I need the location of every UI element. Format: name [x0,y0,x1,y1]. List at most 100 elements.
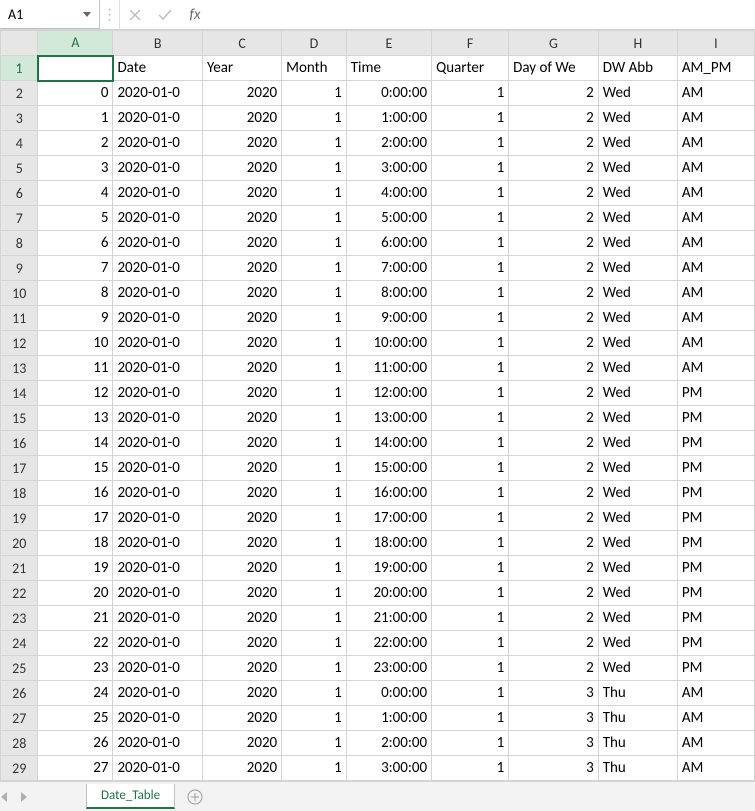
cell-H6[interactable]: Wed [598,181,677,206]
cell-G21[interactable]: 2 [509,556,599,581]
cell-G8[interactable]: 2 [509,231,599,256]
cell-C20[interactable]: 2020 [203,531,282,556]
cell-H16[interactable]: Wed [598,431,677,456]
cell-H29[interactable]: Thu [598,756,677,781]
cell-D25[interactable]: 1 [282,656,347,681]
cell-I10[interactable]: AM [677,281,754,306]
cell-H14[interactable]: Wed [598,381,677,406]
cell-E5[interactable]: 3:00:00 [346,156,431,181]
row-header-6[interactable]: 6 [1,181,38,206]
cell-E20[interactable]: 18:00:00 [346,531,431,556]
cell-F22[interactable]: 1 [432,581,509,606]
cell-E11[interactable]: 9:00:00 [346,306,431,331]
cell-C8[interactable]: 2020 [203,231,282,256]
cell-E23[interactable]: 21:00:00 [346,606,431,631]
cell-H17[interactable]: Wed [598,456,677,481]
cell-C6[interactable]: 2020 [203,181,282,206]
cell-H19[interactable]: Wed [598,506,677,531]
cell-F25[interactable]: 1 [432,656,509,681]
cell-A25[interactable]: 23 [38,656,113,681]
row-header-7[interactable]: 7 [1,206,38,231]
cell-F10[interactable]: 1 [432,281,509,306]
select-all-corner[interactable] [1,31,38,56]
cell-B1[interactable]: Date [113,56,203,81]
cell-D15[interactable]: 1 [282,406,347,431]
cell-A8[interactable]: 6 [38,231,113,256]
cell-D29[interactable]: 1 [282,756,347,781]
cell-H26[interactable]: Thu [598,681,677,706]
cell-F20[interactable]: 1 [432,531,509,556]
row-header-12[interactable]: 12 [1,331,38,356]
cell-I15[interactable]: PM [677,406,754,431]
cell-B3[interactable]: 2020-01-0 [113,106,203,131]
cell-B23[interactable]: 2020-01-0 [113,606,203,631]
cell-A17[interactable]: 15 [38,456,113,481]
cell-E22[interactable]: 20:00:00 [346,581,431,606]
cell-G16[interactable]: 2 [509,431,599,456]
cell-H4[interactable]: Wed [598,131,677,156]
cell-E2[interactable]: 0:00:00 [346,81,431,106]
cell-E10[interactable]: 8:00:00 [346,281,431,306]
cell-D24[interactable]: 1 [282,631,347,656]
row-header-26[interactable]: 26 [1,681,38,706]
cell-A14[interactable]: 12 [38,381,113,406]
name-box[interactable]: A1 [0,0,100,29]
sheet-nav-prev[interactable] [0,792,20,802]
cell-B2[interactable]: 2020-01-0 [113,81,203,106]
cell-B12[interactable]: 2020-01-0 [113,331,203,356]
cell-C9[interactable]: 2020 [203,256,282,281]
cell-E3[interactable]: 1:00:00 [346,106,431,131]
cell-B4[interactable]: 2020-01-0 [113,131,203,156]
cell-H10[interactable]: Wed [598,281,677,306]
cell-F17[interactable]: 1 [432,456,509,481]
sheet-tab-active[interactable]: Date_Table [86,784,175,809]
cell-B21[interactable]: 2020-01-0 [113,556,203,581]
cell-G4[interactable]: 2 [509,131,599,156]
cell-I7[interactable]: AM [677,206,754,231]
cell-B27[interactable]: 2020-01-0 [113,706,203,731]
column-header-H[interactable]: H [598,31,677,56]
cell-I18[interactable]: PM [677,481,754,506]
cell-D23[interactable]: 1 [282,606,347,631]
cell-I12[interactable]: AM [677,331,754,356]
cell-A11[interactable]: 9 [38,306,113,331]
cell-G22[interactable]: 2 [509,581,599,606]
cell-D9[interactable]: 1 [282,256,347,281]
cell-E19[interactable]: 17:00:00 [346,506,431,531]
cell-H8[interactable]: Wed [598,231,677,256]
cell-E27[interactable]: 1:00:00 [346,706,431,731]
cell-G7[interactable]: 2 [509,206,599,231]
cell-A6[interactable]: 4 [38,181,113,206]
cell-A18[interactable]: 16 [38,481,113,506]
row-header-28[interactable]: 28 [1,731,38,756]
row-header-5[interactable]: 5 [1,156,38,181]
cell-C11[interactable]: 2020 [203,306,282,331]
cell-A5[interactable]: 3 [38,156,113,181]
cell-G19[interactable]: 2 [509,506,599,531]
cell-I16[interactable]: PM [677,431,754,456]
cell-C25[interactable]: 2020 [203,656,282,681]
cell-F9[interactable]: 1 [432,256,509,281]
row-header-14[interactable]: 14 [1,381,38,406]
cell-B14[interactable]: 2020-01-0 [113,381,203,406]
enter-formula-button[interactable] [150,0,180,29]
column-header-C[interactable]: C [203,31,282,56]
cell-H27[interactable]: Thu [598,706,677,731]
cell-H1[interactable]: DW Abb [598,56,677,81]
row-header-2[interactable]: 2 [1,81,38,106]
cell-C29[interactable]: 2020 [203,756,282,781]
cell-I17[interactable]: PM [677,456,754,481]
cell-G27[interactable]: 3 [509,706,599,731]
cell-F4[interactable]: 1 [432,131,509,156]
cell-D8[interactable]: 1 [282,231,347,256]
cell-G26[interactable]: 3 [509,681,599,706]
cell-F11[interactable]: 1 [432,306,509,331]
cell-A1[interactable] [38,56,113,81]
cell-H23[interactable]: Wed [598,606,677,631]
cell-A9[interactable]: 7 [38,256,113,281]
cell-I5[interactable]: AM [677,156,754,181]
cell-C14[interactable]: 2020 [203,381,282,406]
cell-B7[interactable]: 2020-01-0 [113,206,203,231]
cell-G24[interactable]: 2 [509,631,599,656]
cell-H15[interactable]: Wed [598,406,677,431]
